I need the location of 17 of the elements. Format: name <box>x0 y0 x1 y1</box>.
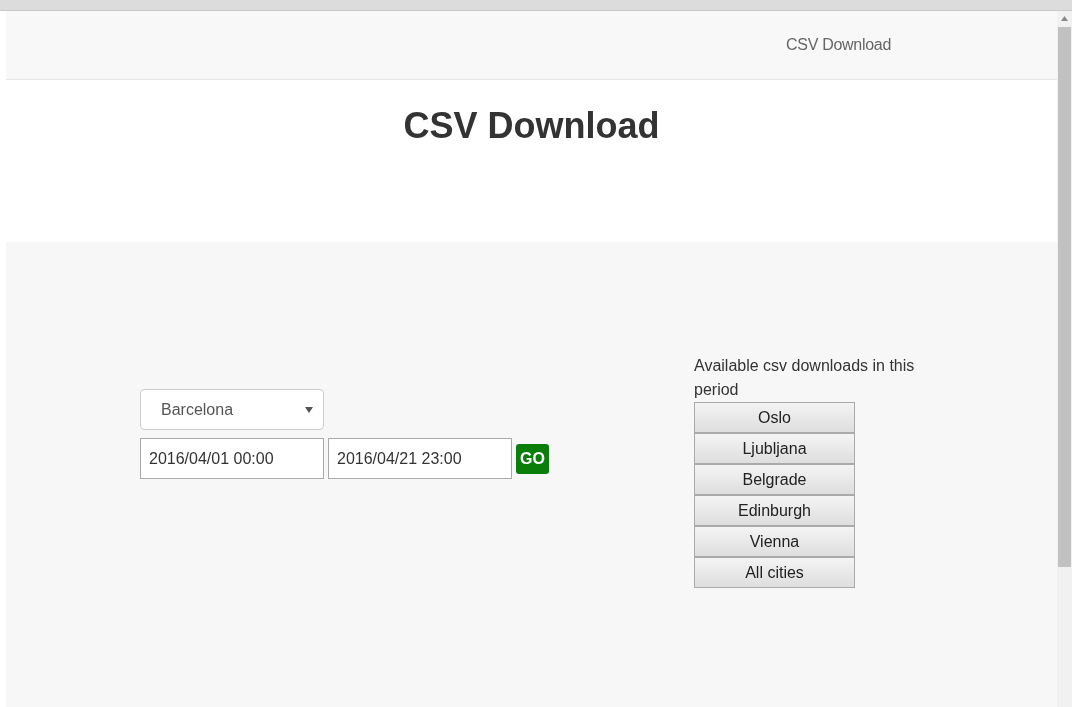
city-download-button[interactable]: Vienna <box>694 526 855 557</box>
scrollbar-thumb[interactable] <box>1058 27 1071 567</box>
city-download-button[interactable]: All cities <box>694 557 855 588</box>
city-download-button[interactable]: Oslo <box>694 402 855 433</box>
end-date-field[interactable]: 2016/04/21 23:00 <box>328 438 512 479</box>
city-download-button[interactable]: Belgrade <box>694 464 855 495</box>
city-download-button[interactable]: Edinburgh <box>694 495 855 526</box>
caret-icon <box>305 406 313 413</box>
nav-link[interactable]: CSV Download <box>786 33 891 57</box>
page-title: CSV Download <box>403 104 660 148</box>
scroll-up-icon[interactable] <box>1061 16 1068 21</box>
city-select[interactable]: Barcelona <box>140 389 324 430</box>
downloads-heading: Available csv downloads in this period <box>694 356 916 400</box>
scrollbar[interactable] <box>1057 11 1072 707</box>
go-button[interactable]: GO <box>516 443 549 474</box>
city-download-button[interactable]: Ljubljana <box>694 433 855 464</box>
start-date-field[interactable]: 2016/04/01 00:00 <box>140 438 324 479</box>
